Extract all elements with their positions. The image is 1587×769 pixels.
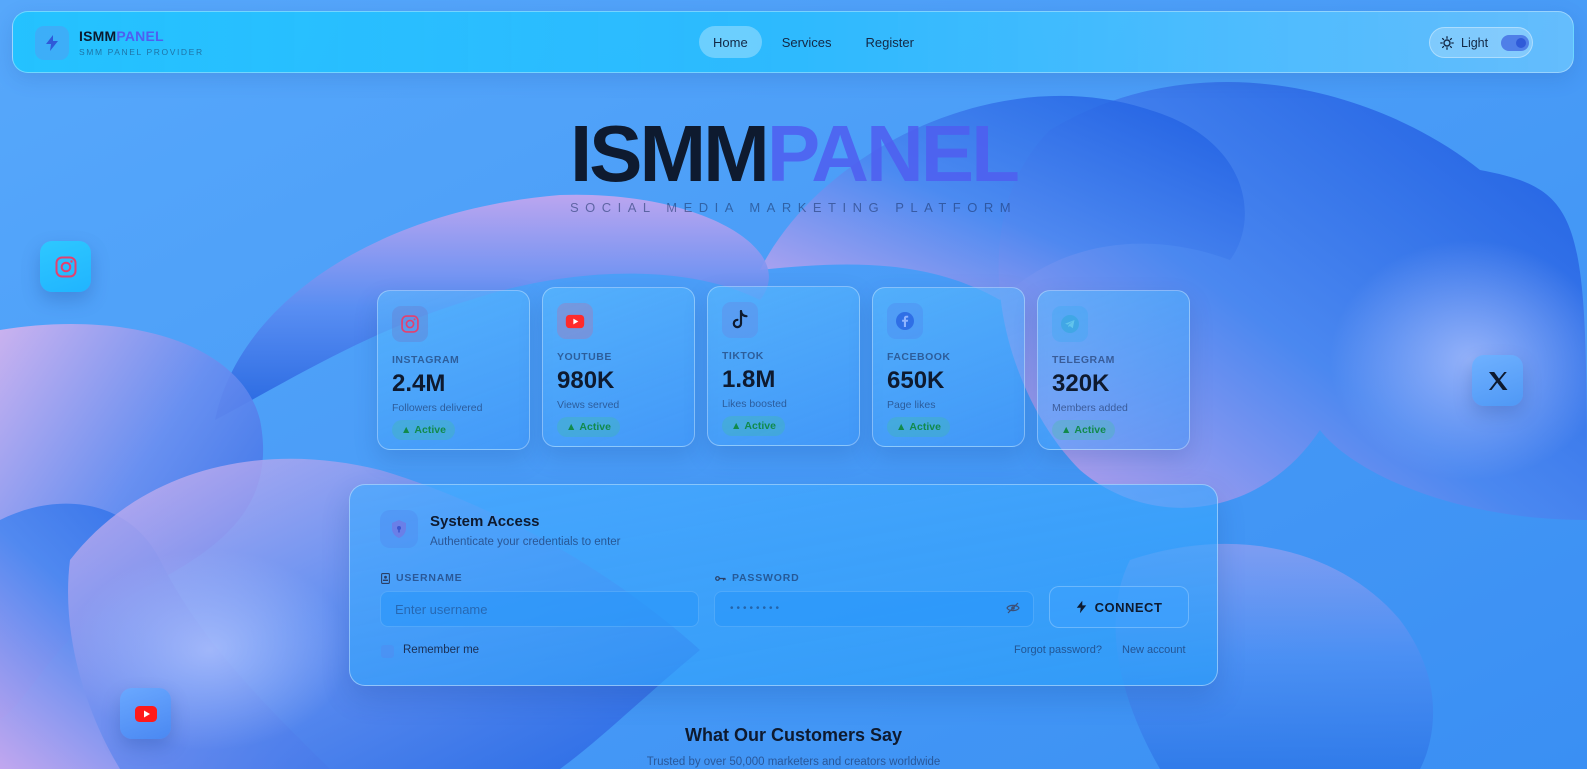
theme-toggle[interactable]: Light [1429, 27, 1533, 58]
status-label: Active [909, 421, 941, 433]
remember-me-checkbox[interactable] [381, 645, 394, 658]
status-badge: ▲ Active [557, 417, 620, 437]
stat-card-youtube[interactable]: YOUTUBE 980K Views served ▲ Active [542, 287, 695, 447]
floating-instagram-button[interactable] [40, 241, 91, 292]
status-badge: ▲ Active [392, 420, 455, 440]
password-label-text: PASSWORD [732, 572, 800, 584]
testimonials-title: What Our Customers Say [684, 725, 903, 745]
instagram-icon [401, 315, 419, 333]
card-value: 980K [557, 367, 615, 394]
card-platform: FACEBOOK [887, 351, 951, 363]
stat-card-instagram[interactable]: INSTAGRAM 2.4M Followers delivered ▲ Acti… [377, 290, 530, 450]
main-nav: Home Services Register [699, 26, 928, 58]
eye-slash-icon [1006, 602, 1020, 614]
brand-name-part2: PANEL [116, 28, 164, 44]
triangle-up-icon: ▲ [566, 421, 577, 433]
floating-x-button[interactable] [1472, 355, 1523, 406]
bolt-icon [1076, 600, 1086, 614]
nav-services[interactable]: Services [768, 26, 846, 58]
card-platform: INSTAGRAM [392, 354, 460, 366]
card-description: Page likes [887, 399, 936, 411]
nav-home[interactable]: Home [699, 26, 762, 58]
card-description: Views served [557, 399, 620, 411]
triangle-up-icon: ▲ [401, 424, 412, 436]
card-icon-box [1052, 306, 1088, 342]
triangle-up-icon: ▲ [1061, 424, 1072, 436]
card-description: Followers delivered [392, 402, 483, 414]
testimonials-subtitle: Trusted by over 50,000 marketers and cre… [646, 756, 941, 768]
remember-me-label[interactable]: Remember me [403, 644, 479, 656]
shield-icon [392, 520, 406, 538]
password-input[interactable] [714, 591, 1034, 627]
id-card-icon [381, 572, 390, 584]
youtube-icon [134, 705, 157, 722]
login-panel: System Access Authenticate your credenti… [349, 484, 1218, 686]
triangle-up-icon: ▲ [731, 420, 742, 432]
card-value: 2.4M [392, 370, 446, 397]
card-value: 650K [887, 367, 945, 394]
card-platform: TELEGRAM [1052, 354, 1115, 366]
password-label: PASSWORD [715, 572, 799, 584]
key-icon [715, 575, 726, 581]
card-description: Likes boosted [722, 398, 787, 410]
triangle-up-icon: ▲ [896, 421, 907, 433]
card-icon-box [887, 303, 923, 339]
login-subtitle: Authenticate your credentials to enter [430, 536, 621, 548]
card-icon-box [557, 303, 593, 339]
nav-register[interactable]: Register [852, 26, 928, 58]
instagram-icon [55, 256, 76, 277]
status-badge: ▲ Active [722, 416, 785, 436]
username-label-text: USERNAME [396, 572, 463, 584]
card-platform: TIKTOK [722, 350, 764, 362]
stat-card-tiktok[interactable]: TIKTOK 1.8M Likes boosted ▲ Active [707, 286, 860, 446]
top-navbar: ISMMPANEL SMM PANEL PROVIDER Home Servic… [12, 11, 1574, 73]
card-icon-box [722, 302, 758, 338]
username-label: USERNAME [381, 572, 463, 584]
brand[interactable]: ISMMPANEL SMM PANEL PROVIDER [79, 28, 204, 57]
x-icon [1488, 371, 1507, 390]
brand-name-part1: ISMM [79, 28, 117, 44]
username-input[interactable] [380, 591, 699, 627]
brand-name: ISMMPANEL [79, 28, 204, 44]
telegram-icon [1061, 315, 1079, 333]
youtube-icon [565, 314, 585, 328]
status-badge: ▲ Active [887, 417, 950, 437]
facebook-icon [896, 312, 914, 330]
card-value: 320K [1052, 370, 1110, 397]
status-badge: ▲ Active [1052, 420, 1115, 440]
status-label: Active [579, 421, 611, 433]
brand-tagline: SMM PANEL PROVIDER [79, 47, 204, 57]
theme-label: Light [1461, 35, 1489, 50]
connect-button-label: CONNECT [1094, 599, 1163, 615]
sun-icon [1440, 35, 1454, 50]
card-description: Members added [1052, 402, 1128, 414]
card-icon-box [392, 306, 428, 342]
hero-title-part1: ISMM [569, 109, 770, 198]
forgot-password-link[interactable]: Forgot password? [1014, 644, 1102, 656]
logo-badge[interactable] [35, 26, 69, 60]
connect-button[interactable]: CONNECT [1049, 586, 1189, 628]
status-label: Active [414, 424, 446, 436]
theme-switch[interactable] [1501, 34, 1530, 51]
status-label: Active [1074, 424, 1106, 436]
new-account-link[interactable]: New account [1122, 644, 1186, 656]
shield-badge [380, 510, 418, 548]
status-label: Active [744, 420, 776, 432]
hero-title-part2: PANEL [766, 109, 1020, 198]
hero-title: ISMMPANEL [0, 108, 1587, 200]
toggle-password-visibility[interactable] [1006, 601, 1020, 619]
bolt-icon [46, 35, 58, 51]
stat-card-facebook[interactable]: FACEBOOK 650K Page likes ▲ Active [872, 287, 1025, 447]
hero-subtitle: SOCIAL MEDIA MARKETING PLATFORM [569, 200, 1018, 215]
card-value: 1.8M [722, 366, 776, 393]
stat-card-telegram[interactable]: TELEGRAM 320K Members added ▲ Active [1037, 290, 1190, 450]
tiktok-icon [732, 310, 748, 329]
card-platform: YOUTUBE [557, 351, 612, 363]
login-title: System Access [430, 513, 540, 530]
